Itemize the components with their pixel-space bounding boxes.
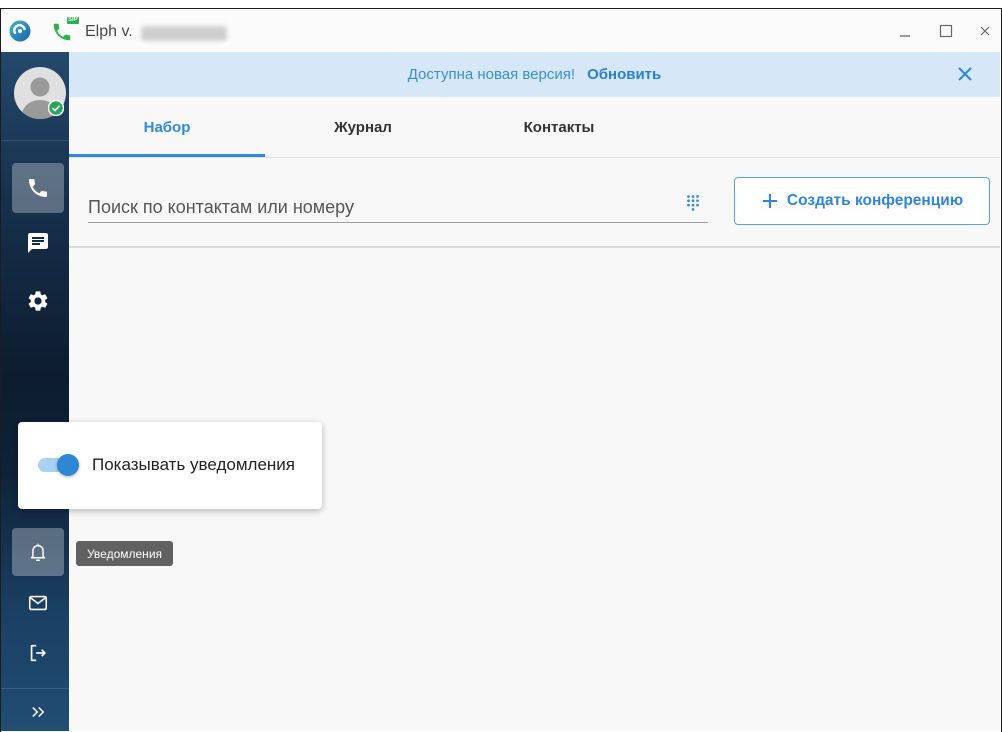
banner-close-button[interactable] <box>955 64 975 84</box>
maximize-button[interactable] <box>932 18 960 44</box>
phone-icon <box>29 179 47 197</box>
sidebar-separator <box>1 688 69 689</box>
search-underline <box>88 222 708 223</box>
plus-icon <box>762 194 777 208</box>
sidebar-item-calls[interactable] <box>12 163 64 213</box>
sidebar-separator <box>1 140 69 141</box>
sip-badge: SIP <box>67 17 79 24</box>
version-redacted <box>141 26 227 41</box>
notifications-popup: Показывать уведомления <box>18 422 322 509</box>
dialpad-button[interactable] <box>686 194 700 212</box>
minimize-icon <box>900 35 910 37</box>
logout-icon <box>30 644 47 662</box>
gear-icon <box>28 291 48 311</box>
search-input[interactable] <box>88 192 678 222</box>
window-close-button[interactable] <box>971 18 999 44</box>
chevron-double-right-icon <box>32 706 45 718</box>
app-logo-icon <box>9 20 31 42</box>
sidebar <box>1 52 69 731</box>
close-icon <box>980 26 990 36</box>
create-conference-button[interactable]: Создать конференцию <box>734 177 990 225</box>
create-conference-label: Создать конференцию <box>786 192 964 209</box>
show-notifications-label: Показывать уведомления <box>92 455 295 474</box>
mail-icon <box>28 595 48 611</box>
update-banner: Доступна новая версия! Обновить <box>69 52 1000 97</box>
search-divider <box>69 246 1000 248</box>
update-message: Доступна новая версия! <box>407 66 576 83</box>
tab-contacts[interactable]: Контакты <box>461 97 657 157</box>
show-notifications-toggle[interactable] <box>38 454 82 476</box>
sidebar-item-logout[interactable] <box>12 629 64 677</box>
tab-journal[interactable]: Журнал <box>265 97 461 157</box>
sidebar-item-settings[interactable] <box>12 276 64 326</box>
dialpad-icon <box>687 195 699 211</box>
title-bar[interactable]: SIP Elph v. <box>1 9 1000 52</box>
chat-icon <box>28 233 48 253</box>
minimize-button[interactable] <box>891 18 919 44</box>
bell-icon <box>30 543 46 561</box>
app-title: Elph v. <box>85 23 133 40</box>
sip-phone-icon: SIP <box>51 17 79 44</box>
maximize-icon <box>939 24 953 38</box>
tab-bar: Набор Журнал Контакты <box>69 97 1000 158</box>
sidebar-item-notifications[interactable] <box>12 528 64 576</box>
tab-dial[interactable]: Набор <box>69 97 265 157</box>
close-icon <box>958 67 972 81</box>
sidebar-item-messages[interactable] <box>12 218 64 268</box>
sidebar-expand-button[interactable] <box>12 694 64 730</box>
sidebar-item-mail[interactable] <box>12 579 64 627</box>
toggle-knob <box>57 454 79 476</box>
update-link[interactable]: Обновить <box>587 66 661 83</box>
online-check-icon <box>47 99 65 117</box>
notifications-tooltip: Уведомления <box>76 541 173 566</box>
